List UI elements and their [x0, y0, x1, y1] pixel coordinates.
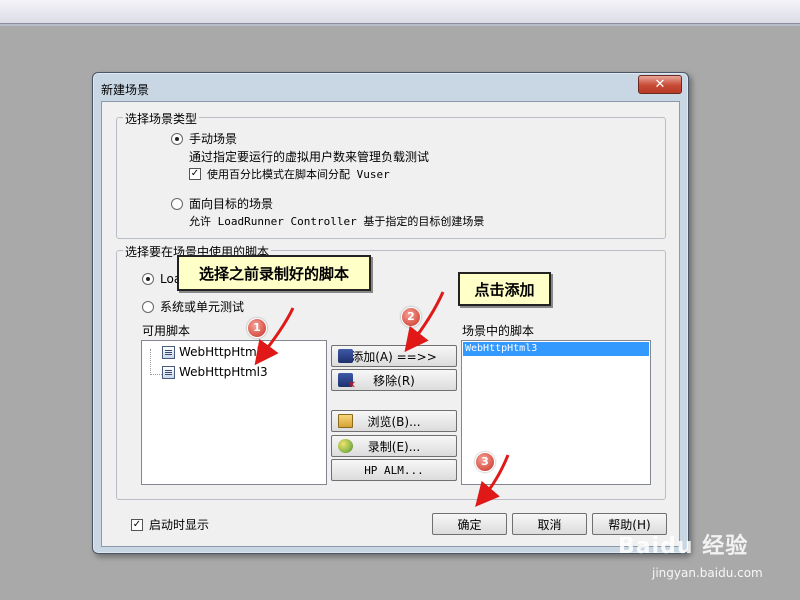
ok-button[interactable]: 确定	[432, 513, 507, 535]
scenario-script-item[interactable]: WebHttpHtml3	[463, 342, 649, 356]
dialog-client-area: 选择场景类型 手动场景 通过指定要运行的虚拟用户数来管理负载测试 ✓ 使用百分比…	[101, 101, 680, 547]
add-button[interactable]: 添加(A) ==>>	[331, 345, 457, 367]
system-test-radio[interactable]	[142, 300, 154, 313]
system-test-label: 系统或单元测试	[160, 300, 245, 314]
goal-scenario-radio[interactable]	[171, 197, 183, 210]
goal-scenario-option[interactable]: 面向目标的场景	[171, 195, 273, 212]
baidu-watermark-url: jingyan.baidu.com	[652, 566, 763, 580]
remove-button[interactable]: 移除(R)	[331, 369, 457, 391]
dialog-titlebar[interactable]: 新建场景 ✕	[93, 73, 688, 101]
manual-scenario-label: 手动场景	[189, 132, 238, 146]
script-file-icon	[162, 345, 175, 359]
dialog-title: 新建场景	[101, 83, 150, 97]
step-badge-1: 1	[247, 318, 267, 338]
folder-icon	[338, 414, 353, 428]
tree-connector	[150, 349, 162, 375]
manual-scenario-description: 通过指定要运行的虚拟用户数来管理负载测试	[189, 148, 429, 165]
goal-scenario-description: 允许 LoadRunner Controller 基于指定的目标创建场景	[189, 213, 484, 229]
available-script-item[interactable]: WebHttpHtml	[162, 345, 260, 359]
remove-script-icon	[338, 373, 356, 391]
loadrunner-scripts-radio[interactable]	[142, 273, 154, 285]
percent-mode-label: 使用百分比模式在脚本间分配 Vuser	[207, 168, 390, 181]
show-on-startup-label: 启动时显示	[149, 518, 210, 532]
available-script-item[interactable]: WebHttpHtml3	[162, 365, 268, 379]
callout-click-add: 点击添加	[458, 272, 551, 306]
record-icon	[338, 439, 353, 453]
goal-scenario-desc-text: 允许 LoadRunner Controller 基于指定的目标创建场景	[189, 215, 485, 228]
scenario-scripts-label: 场景中的脚本	[462, 324, 535, 338]
close-button[interactable]: ✕	[638, 75, 682, 94]
record-button[interactable]: 录制(E)...	[331, 435, 457, 457]
percent-mode-option[interactable]: ✓ 使用百分比模式在脚本间分配 Vuser	[189, 166, 390, 182]
available-scripts-list[interactable]: WebHttpHtml WebHttpHtml3	[141, 340, 327, 485]
show-on-startup-option[interactable]: ✓ 启动时显示	[131, 516, 209, 533]
available-script-name: WebHttpHtml	[179, 345, 260, 359]
manual-scenario-desc-text: 通过指定要运行的虚拟用户数来管理负载测试	[189, 150, 430, 164]
loadrunner-scripts-option[interactable]: Loa	[142, 272, 181, 286]
browse-button-label: 浏览(B)...	[367, 414, 421, 429]
browse-button[interactable]: 浏览(B)...	[331, 410, 457, 432]
manual-scenario-radio[interactable]	[171, 132, 183, 145]
new-scenario-dialog: 新建场景 ✕ 选择场景类型 手动场景 通过指定要运行的虚拟用户数来管理负载测试 …	[92, 72, 689, 554]
goal-scenario-label: 面向目标的场景	[189, 197, 274, 211]
scenario-type-legend: 选择场景类型	[123, 110, 200, 127]
hp-alm-button-label: HP ALM...	[364, 463, 424, 477]
cancel-button-label: 取消	[537, 517, 562, 532]
step-badge-3: 3	[475, 452, 495, 472]
available-script-name: WebHttpHtml3	[179, 365, 268, 379]
add-button-label: 添加(A) ==>>	[351, 349, 437, 364]
script-file-icon	[162, 365, 175, 379]
hp-alm-button[interactable]: HP ALM...	[331, 459, 457, 481]
show-on-startup-checkbox[interactable]: ✓	[131, 518, 143, 531]
callout-select-script: 选择之前录制好的脚本	[177, 255, 371, 291]
add-script-icon	[338, 349, 353, 363]
ok-button-label: 确定	[457, 517, 482, 532]
manual-scenario-option[interactable]: 手动场景	[171, 130, 237, 147]
remove-button-label: 移除(R)	[373, 373, 415, 388]
system-test-option[interactable]: 系统或单元测试	[142, 298, 244, 315]
background-window-topbar	[0, 0, 800, 26]
step-badge-2: 2	[401, 307, 421, 327]
record-button-label: 录制(E)...	[367, 439, 421, 454]
cancel-button[interactable]: 取消	[512, 513, 587, 535]
available-scripts-label: 可用脚本	[142, 324, 191, 338]
percent-mode-checkbox[interactable]: ✓	[189, 168, 201, 180]
baidu-watermark: Baidu 经验	[618, 534, 749, 559]
